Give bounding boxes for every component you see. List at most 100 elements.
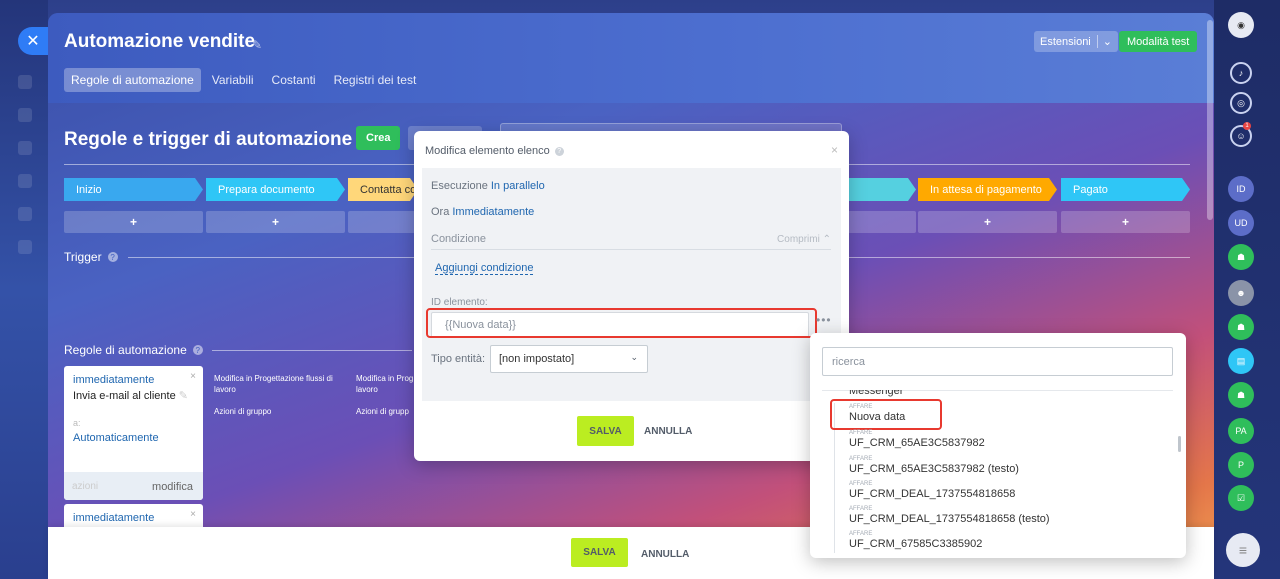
group-icon[interactable]: ☗	[1228, 382, 1254, 408]
execution-link[interactable]: In parallelo	[491, 180, 545, 192]
rail-avatar-pa[interactable]: PA	[1228, 418, 1254, 444]
divider	[431, 249, 831, 250]
rule-action: Invia e-mail al cliente ✎	[73, 390, 188, 402]
menu-icon[interactable]: ≡	[1226, 533, 1260, 567]
list-item[interactable]: AFFARE UF_CRM_DEAL_1737554818658 (testo)	[849, 506, 1050, 525]
tab-automation-rules[interactable]: Regole di automazione	[64, 68, 201, 92]
rule-card-footer: azioni modifica	[64, 472, 203, 500]
message-icon[interactable]: ▤	[1228, 348, 1254, 374]
stage-start[interactable]: Inizio	[64, 178, 203, 201]
rule-delay-link[interactable]: immediatamente	[73, 374, 154, 386]
more-icon[interactable]: •••	[816, 313, 832, 327]
stage-awaiting-payment[interactable]: In attesa di pagamento	[918, 178, 1057, 201]
test-mode-button[interactable]: Modalità test	[1119, 31, 1198, 52]
item-id-label: ID elemento:	[431, 297, 488, 308]
help-icon[interactable]: ?	[554, 146, 564, 156]
group-icon[interactable]: ☗	[1228, 314, 1254, 340]
dialog-save-button[interactable]: SALVA	[577, 416, 634, 446]
create-button[interactable]: Crea	[356, 126, 401, 150]
popup-scrollbar[interactable]	[1178, 436, 1181, 452]
rule-card[interactable]: immediatamente × Invia e-mail al cliente…	[64, 366, 203, 500]
entity-type-select[interactable]: [non impostato] ⌄	[490, 345, 648, 373]
rule-recipient-link[interactable]: Automaticamente	[73, 432, 159, 444]
page-scrollbar[interactable]	[1207, 20, 1213, 220]
extensions-button[interactable]: Estensioni ⌄	[1034, 31, 1118, 52]
entity-type-label: Tipo entità:	[431, 353, 486, 365]
close-slider-button[interactable]: ✕	[18, 27, 48, 55]
extensions-label: Estensioni	[1040, 35, 1091, 48]
list-item[interactable]: AFFARE UF_CRM_DEAL_1737554818658	[849, 481, 1015, 500]
list-item[interactable]: AFFARE UF_CRM_67585C3385902	[849, 531, 982, 550]
column-action-text: Modifica in Progettazione flussi di lavor…	[214, 374, 333, 394]
save-button[interactable]: SALVA	[571, 538, 628, 567]
group-actions-link[interactable]: Azioni di grupp	[356, 406, 409, 417]
list-item[interactable]: AFFARE UF_CRM_65AE3C5837982 (testo)	[849, 456, 1019, 475]
left-ghost-icon	[18, 75, 32, 89]
delete-rule-icon[interactable]: ×	[190, 371, 196, 382]
rule-delay-link[interactable]: immediatamente	[73, 512, 154, 524]
rules-heading: Regole di automazione ?	[64, 343, 203, 357]
rail-avatar-id[interactable]: ID	[1228, 176, 1254, 202]
section-title: Regole e trigger di automazione	[64, 129, 353, 150]
trigger-heading: Trigger ?	[64, 250, 118, 264]
user-avatar[interactable]: ◉	[1228, 12, 1254, 38]
pulse-icon[interactable]: ◎	[1230, 92, 1252, 114]
execution-row: Esecuzione In parallelo	[431, 180, 545, 192]
collapse-toggle[interactable]: Comprimi ⌃	[777, 234, 831, 245]
pin-icon[interactable]: ✎	[252, 38, 262, 52]
highlight-frame	[426, 308, 817, 338]
group-actions-link[interactable]: Azioni di gruppo	[214, 406, 271, 417]
stage-paid[interactable]: Pagato	[1061, 178, 1190, 201]
chevron-up-icon: ⌃	[822, 234, 831, 245]
chevron-down-icon: ⌄	[1096, 35, 1112, 48]
left-ghost-icon	[18, 207, 32, 221]
close-icon: ✕	[26, 33, 40, 50]
add-rule-button[interactable]: +	[206, 211, 345, 233]
add-rule-button[interactable]	[348, 211, 418, 233]
tabs: Regole di automazione Variabili Costanti…	[64, 68, 423, 92]
close-icon[interactable]: ×	[831, 143, 838, 157]
time-row: Ora Immediatamente	[431, 206, 535, 218]
add-rule-button[interactable]: +	[64, 211, 203, 233]
condition-label: Condizione	[431, 233, 487, 245]
edit-icon: ✎	[178, 390, 188, 402]
help-icon[interactable]: ?	[107, 252, 118, 262]
edit-rule-link[interactable]: modifica	[152, 481, 193, 493]
add-rule-button[interactable]: +	[1061, 211, 1190, 233]
dialog-title: Modifica elemento elenco ?	[425, 145, 564, 157]
group-icon[interactable]: ☗	[1228, 244, 1254, 270]
add-condition-link[interactable]: Aggiungi condizione	[435, 262, 534, 275]
tab-constants[interactable]: Costanti	[265, 68, 323, 92]
help-icon[interactable]: ?	[192, 345, 203, 355]
dialog-body: Esecuzione In parallelo Ora Immediatamente…	[422, 168, 841, 401]
chevron-down-icon: ⌄	[630, 352, 638, 362]
stage-contact[interactable]: Contatta co	[348, 178, 418, 201]
rules-label: Regole di automazione	[64, 343, 187, 357]
rail-avatar-p[interactable]: P	[1228, 452, 1254, 478]
column-action-text: Modifica in Prog lavoro	[356, 374, 414, 394]
delete-rule-icon[interactable]: ×	[190, 509, 196, 520]
list-item[interactable]: Messenger	[849, 389, 903, 398]
tasks-icon[interactable]: ☑	[1228, 485, 1254, 511]
page-title: Automazione vendite	[64, 31, 256, 52]
search-input[interactable]: ricerca	[822, 347, 1173, 376]
left-ghost-icon	[18, 240, 32, 254]
left-ghost-icon	[18, 141, 32, 155]
list-item[interactable]: AFFARE UF_CRM_65AE3C5837982	[849, 430, 985, 449]
tab-test-logs[interactable]: Registri dei test	[327, 68, 424, 92]
cancel-button[interactable]: ANNULLA	[641, 549, 689, 560]
time-link[interactable]: Immediatamente	[452, 206, 534, 218]
edit-list-item-dialog: Modifica elemento elenco ? × Esecuzione I…	[414, 131, 849, 461]
bell-icon[interactable]: ♪	[1230, 62, 1252, 84]
notification-badge: 1	[1243, 122, 1251, 130]
divider	[212, 350, 412, 351]
avatar[interactable]: ☻	[1228, 280, 1254, 306]
add-rule-button[interactable]: +	[918, 211, 1057, 233]
stage-prepare-document[interactable]: Prepara documento	[206, 178, 345, 201]
field-selector-popup: ricerca Messenger AFFARE Nuova data AFFAR…	[810, 333, 1186, 558]
rail-avatar-ud[interactable]: UD	[1228, 210, 1254, 236]
dialog-cancel-button[interactable]: ANNULLA	[644, 426, 692, 437]
trigger-label: Trigger	[64, 250, 102, 264]
tab-variables[interactable]: Variabili	[205, 68, 261, 92]
rule-recipient-label: a:	[73, 418, 81, 428]
